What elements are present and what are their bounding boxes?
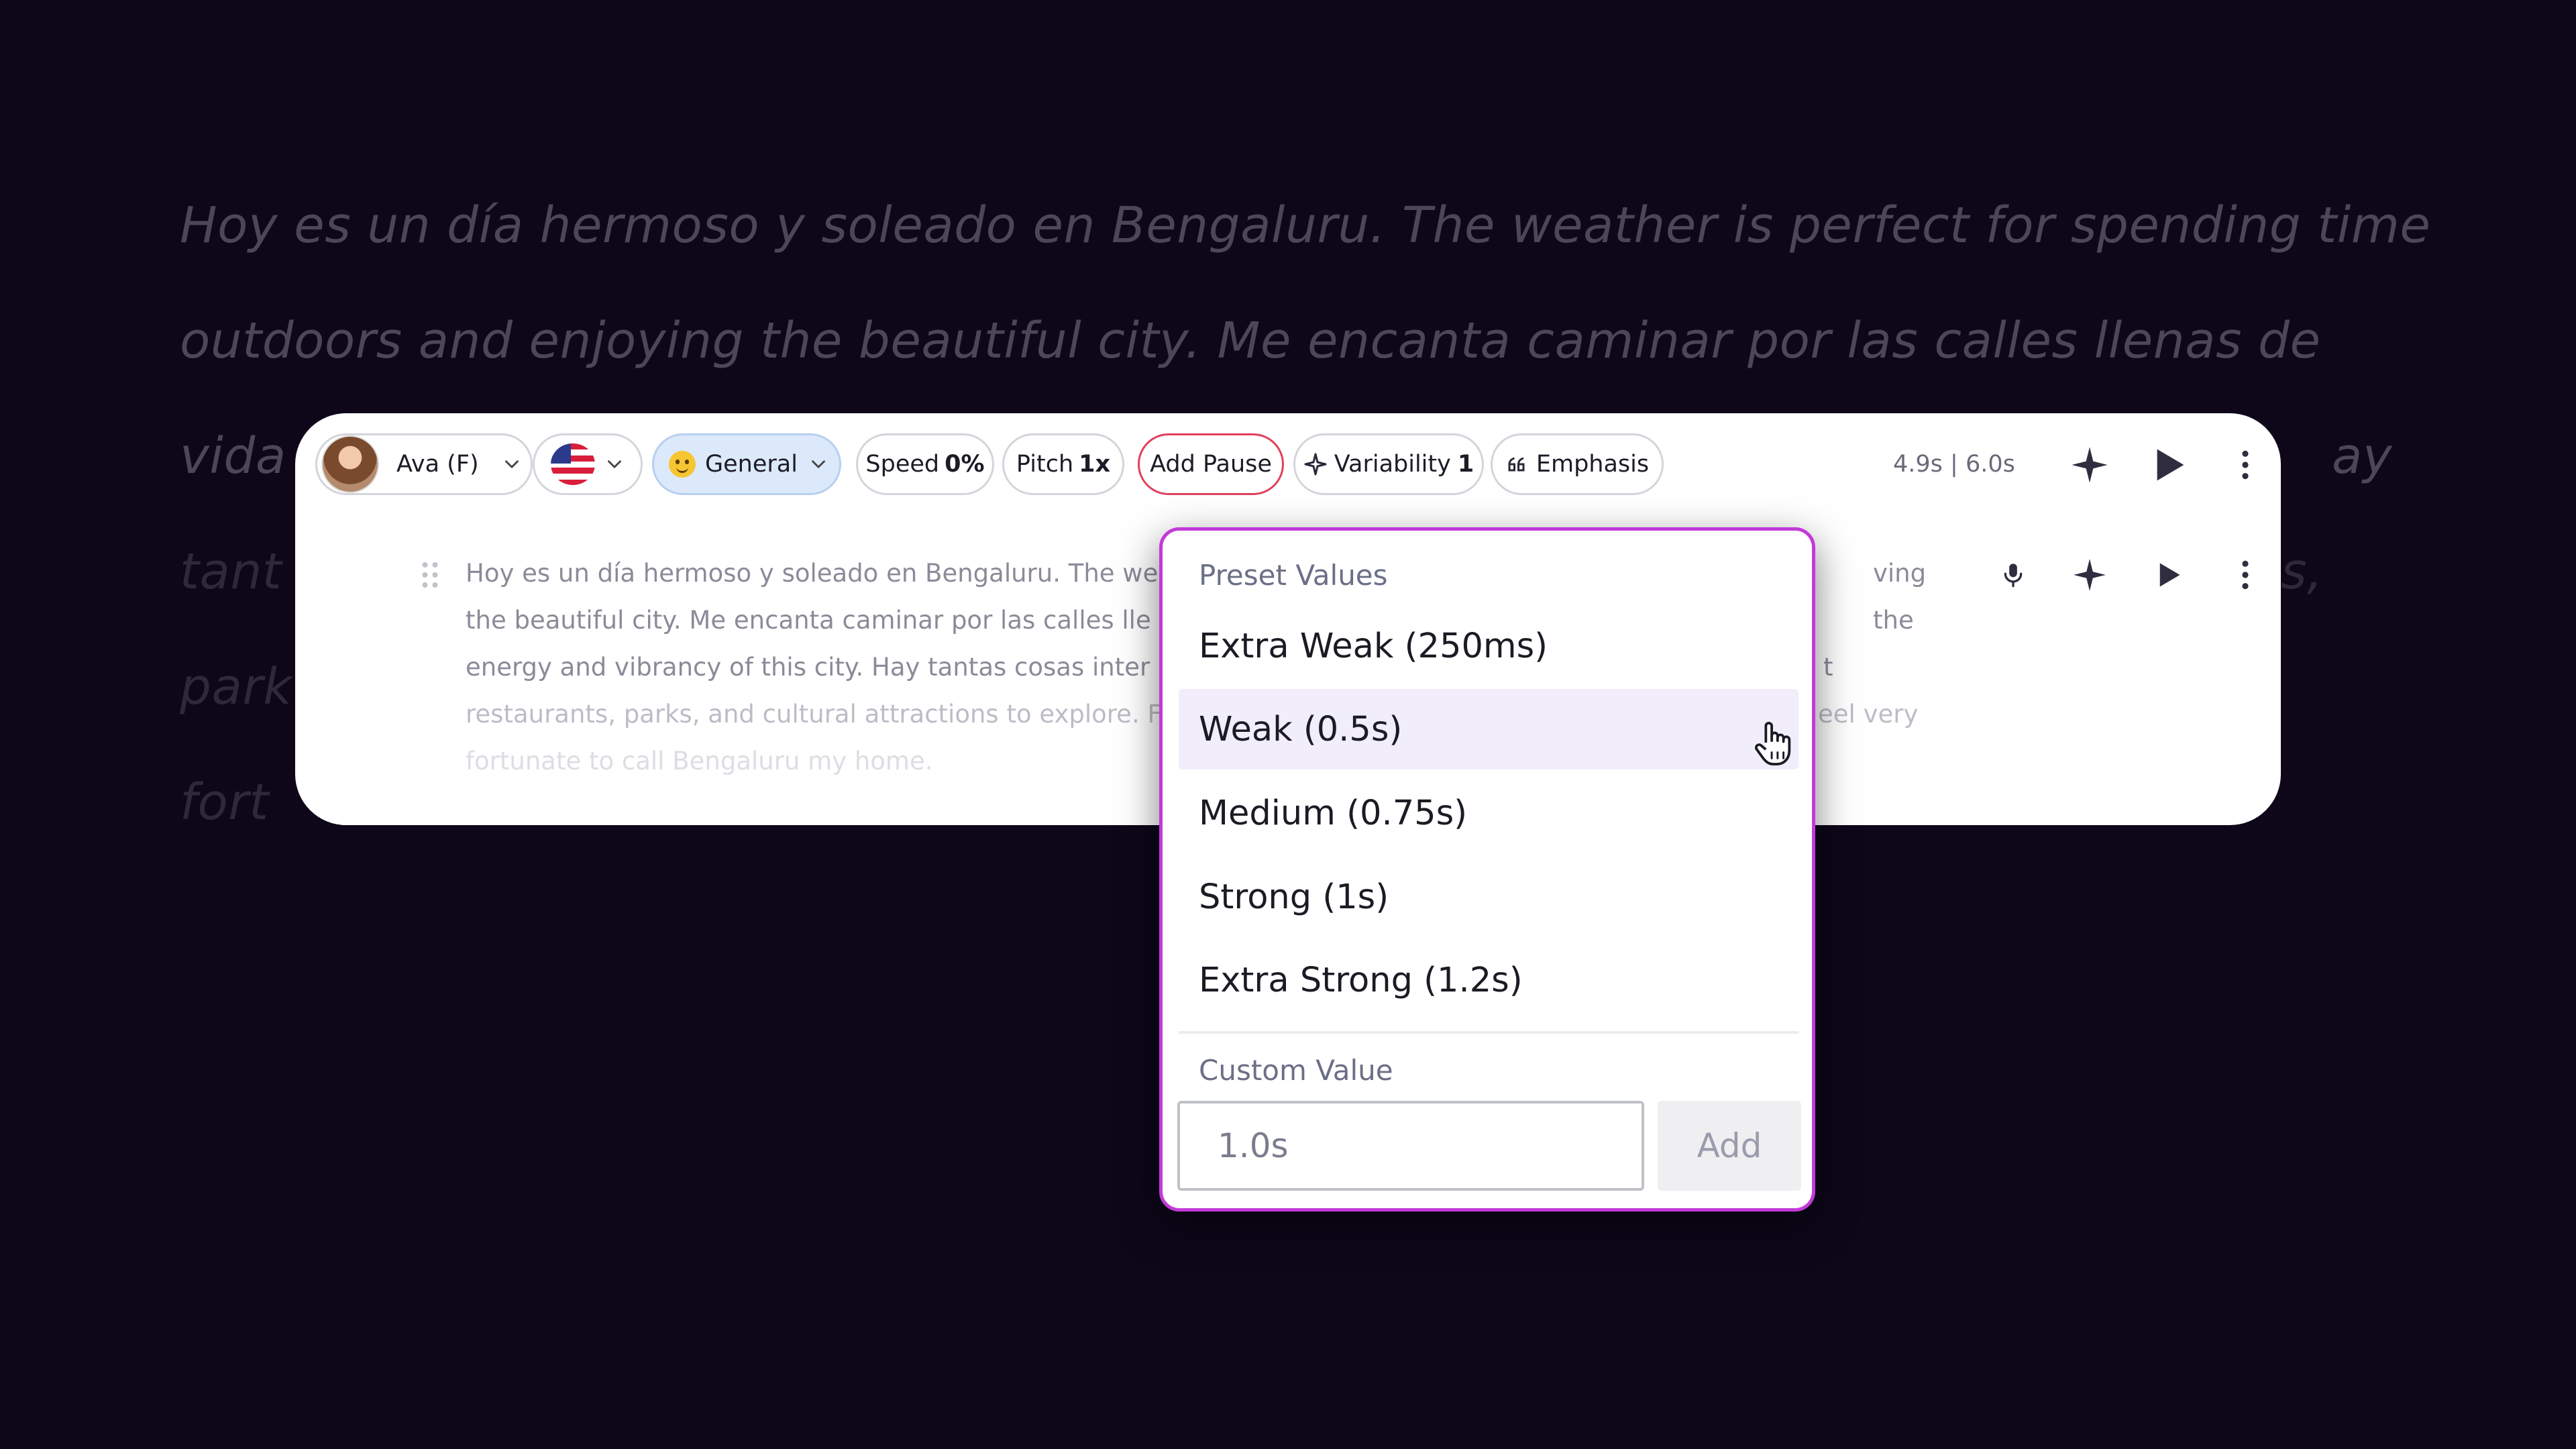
- block-line-tail: ving: [1873, 559, 1927, 588]
- chevron-down-icon: [504, 460, 519, 468]
- speed-value: 0%: [945, 451, 985, 478]
- pitch-value: 1x: [1079, 451, 1111, 478]
- custom-pause-input[interactable]: [1177, 1101, 1644, 1191]
- custom-value-heading: Custom Value: [1199, 1054, 1393, 1087]
- block-line-text: fortunate to call Bengaluru my home.: [466, 747, 933, 775]
- duration-readout: 4.9s | 6.0s: [1893, 451, 2015, 478]
- divider: [1179, 1031, 1799, 1034]
- chevron-down-icon: [608, 460, 621, 468]
- play-all-button[interactable]: [2145, 441, 2192, 488]
- background-line: outdoors and enjoying the beautiful city…: [180, 312, 2321, 370]
- microphone-icon: [2004, 564, 2023, 588]
- pause-option-strong[interactable]: Strong (1s): [1179, 857, 1799, 937]
- ai-enhance-button[interactable]: [2066, 441, 2113, 488]
- style-selector[interactable]: General: [652, 433, 841, 495]
- language-selector[interactable]: [533, 433, 643, 495]
- play-icon: [2159, 563, 2180, 587]
- record-button[interactable]: [1990, 551, 2037, 598]
- us-flag-icon: [551, 443, 595, 485]
- play-icon: [2157, 449, 2184, 481]
- add-custom-pause-button[interactable]: Add: [1658, 1101, 1801, 1191]
- pause-option-extra-weak[interactable]: Extra Weak (250ms): [1179, 606, 1799, 686]
- voice-name: Ava (F): [396, 451, 479, 478]
- block-more-options-button[interactable]: [2222, 551, 2269, 598]
- sparkle-icon: [2074, 559, 2106, 591]
- emphasis-label: Emphasis: [1536, 451, 1650, 478]
- variability-label: Variability: [1334, 451, 1451, 478]
- vertical-dots-icon: [2242, 450, 2249, 480]
- pause-option-medium[interactable]: Medium (0.75s): [1179, 773, 1799, 853]
- voice-selector[interactable]: Ava (F): [315, 433, 533, 495]
- style-label: General: [705, 451, 798, 478]
- pause-option-weak[interactable]: Weak (0.5s): [1179, 689, 1799, 769]
- block-line-tail: eel very: [1818, 700, 1919, 729]
- variability-value: 1: [1457, 451, 1474, 478]
- speed-button[interactable]: Speed 0%: [856, 433, 994, 495]
- background-fragment: vida: [180, 427, 286, 485]
- emphasis-button[interactable]: Emphasis: [1491, 433, 1664, 495]
- block-line-text: restaurants, parks, and cultural attract…: [466, 700, 1162, 729]
- add-pause-label: Add Pause: [1150, 451, 1272, 478]
- sparkle-icon: [1304, 453, 1327, 476]
- quote-icon: [1508, 457, 1525, 472]
- pitch-label: Pitch: [1016, 451, 1074, 478]
- chevron-down-icon: [812, 460, 825, 468]
- pause-option-extra-strong[interactable]: Extra Strong (1.2s): [1179, 940, 1799, 1020]
- hand-cursor-icon: [1755, 721, 1791, 765]
- more-options-button[interactable]: [2222, 441, 2269, 488]
- block-line-tail: the: [1873, 606, 1914, 635]
- vertical-dots-icon: [2242, 560, 2249, 590]
- block-play-button[interactable]: [2145, 551, 2192, 598]
- background-fragment: s,: [2281, 543, 2324, 600]
- sparkle-icon: [2072, 447, 2108, 483]
- background-line: Hoy es un día hermoso y soleado en Benga…: [180, 197, 2431, 254]
- pitch-button[interactable]: Pitch 1x: [1002, 433, 1124, 495]
- smile-emoji-icon: [669, 451, 696, 478]
- add-pause-button[interactable]: Add Pause: [1138, 433, 1284, 495]
- block-ai-enhance-button[interactable]: [2066, 551, 2113, 598]
- preset-values-heading: Preset Values: [1199, 559, 1388, 592]
- block-line-tail: t: [1823, 653, 1833, 682]
- speed-label: Speed: [865, 451, 940, 478]
- background-fragment: ay: [2332, 427, 2393, 485]
- block-line-text: Hoy es un día hermoso y soleado en Benga…: [466, 559, 1159, 588]
- block-line-text: energy and vibrancy of this city. Hay ta…: [466, 653, 1150, 682]
- block-line-text: the beautiful city. Me encanta caminar p…: [466, 606, 1151, 635]
- voice-avatar: [321, 435, 379, 493]
- drag-handle-icon[interactable]: [420, 559, 440, 590]
- variability-button[interactable]: Variability 1: [1293, 433, 1484, 495]
- pause-dropdown: Preset Values Extra Weak (250ms) Weak (0…: [1159, 527, 1815, 1212]
- background-fragment: tant: [180, 543, 282, 600]
